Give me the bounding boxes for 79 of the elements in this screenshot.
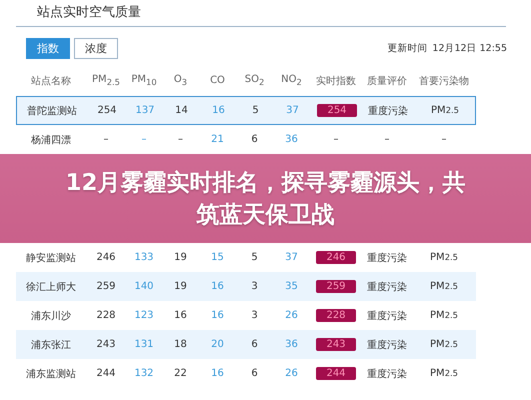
table-cell-text: 3 <box>250 281 259 292</box>
table-cell-text: 36 <box>284 339 299 350</box>
update-time: 12月12日 12:55 <box>432 42 507 55</box>
table-cell-text: 133 <box>133 252 155 263</box>
station-name: 普陀监测站 <box>26 104 78 118</box>
table-cell-text: 14 <box>174 105 189 116</box>
index-badge: 259 <box>316 280 356 293</box>
table-cell-text: 16 <box>210 310 225 321</box>
panel-title: 站点实时空气质量 <box>36 4 141 22</box>
table-cell-text: – <box>177 134 184 145</box>
table-cell-text: 3 <box>250 310 259 321</box>
table-cell-text: – <box>332 134 340 145</box>
table-cell-text: 重度污染 <box>366 252 408 264</box>
column-header: 站点名称 <box>30 74 72 88</box>
table-cell-text: 6 <box>250 339 259 350</box>
column-header: SO$_{2}$ <box>244 74 266 87</box>
table-cell-text: – <box>440 134 448 145</box>
station-name: 徐汇上师大 <box>25 280 77 294</box>
update-label: 更新时间 <box>387 42 428 55</box>
table-cell-text: 20 <box>210 339 225 350</box>
table-cell-text: 重度污染 <box>366 338 408 352</box>
index-badge: 254 <box>317 104 357 117</box>
table-cell-text: 26 <box>284 368 299 379</box>
headline: 12月雾霾实时排名，探寻雾霾源头，共筑蓝天保卫战 <box>64 168 466 230</box>
index-badge: 244 <box>316 367 356 380</box>
table-cell-text: 35 <box>284 281 299 292</box>
station-name: 浦东张江 <box>30 338 72 352</box>
column-header: PM$_{10}$ <box>130 74 158 87</box>
station-name: 静安监测站 <box>25 252 77 264</box>
table-cell-text: 243 <box>95 339 117 350</box>
table-cell-text: 19 <box>173 252 188 263</box>
table-cell-text: 123 <box>133 310 155 321</box>
table-cell-text: 重度污染 <box>366 368 408 380</box>
table-cell-text: 137 <box>134 105 156 116</box>
station-name: 浦东川沙 <box>30 310 72 322</box>
table-cell-text: – <box>140 134 148 145</box>
table-cell-text: 37 <box>284 252 299 263</box>
table-cell-text: 15 <box>210 252 225 263</box>
table-cell-text: 140 <box>133 281 155 292</box>
table-cell-text: 26 <box>284 310 299 321</box>
table-cell-text: 37 <box>285 105 300 116</box>
table-cell-text: 246 <box>95 252 117 263</box>
table-cell-text: 重度污染 <box>366 280 408 294</box>
index-badge: 243 <box>316 338 356 351</box>
table-cell-text: 5 <box>250 252 259 263</box>
table-cell-text: 21 <box>210 134 225 145</box>
column-header: NO$_{2}$ <box>280 74 303 87</box>
table-cell-text: 22 <box>173 368 188 379</box>
table-cell-text: 6 <box>250 368 259 379</box>
table-cell-text: 254 <box>96 105 118 116</box>
table-cell-text: 132 <box>133 368 155 379</box>
mode-tab[interactable]: 浓度 <box>74 38 118 59</box>
table-cell-text: 16 <box>210 281 225 292</box>
table-cell-text: 16 <box>211 105 226 116</box>
table-cell-text: 131 <box>133 339 155 350</box>
index-badge: 246 <box>316 251 356 264</box>
station-name: 杨浦四漂 <box>30 134 72 146</box>
column-header: O$_{3}$ <box>172 74 188 87</box>
column-header: 实时指数 <box>315 74 357 88</box>
table-cell-text: 16 <box>173 310 188 321</box>
column-header: CO <box>209 75 226 86</box>
column-header: PM$_{2.5}$ <box>91 74 121 87</box>
station-name: 浦东监测站 <box>25 368 77 380</box>
table-cell-text: 244 <box>95 368 117 379</box>
table-cell-text: – <box>102 134 110 145</box>
table-cell-text: 19 <box>173 281 188 292</box>
index-badge: 228 <box>316 309 356 322</box>
table-cell-text: 18 <box>173 339 188 350</box>
table-cell-text: 16 <box>210 368 225 379</box>
table-cell-text: 36 <box>284 134 299 145</box>
table-cell-text: 259 <box>95 281 117 292</box>
table-cell-text: 228 <box>95 310 117 321</box>
column-header: 质量评价 <box>366 74 408 88</box>
table-cell-text: 重度污染 <box>366 310 408 322</box>
table-cell-text: 6 <box>250 134 259 145</box>
table-cell-text: – <box>384 134 390 145</box>
table-cell-text: 5 <box>251 105 260 116</box>
table-cell-text: 重度污染 <box>367 104 409 118</box>
column-header: 首要污染物 <box>418 74 470 88</box>
